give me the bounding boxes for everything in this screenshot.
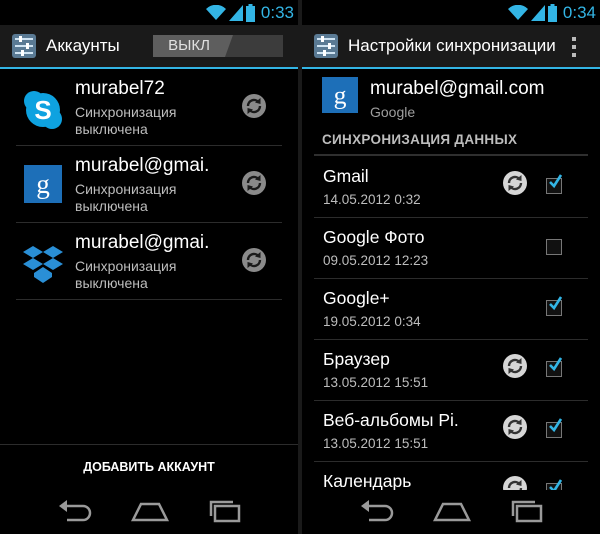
battery-icon: [246, 4, 255, 22]
sync-checkbox[interactable]: [546, 239, 562, 255]
home-icon[interactable]: [130, 496, 170, 526]
sync-icon: [502, 170, 528, 196]
account-row[interactable]: murabel@gmai. Синхронизация выключена: [0, 223, 298, 300]
google-icon: [322, 77, 358, 113]
status-bar: 0:33: [0, 0, 298, 25]
sync-item-row[interactable]: Gmail 14.05.2012 0:32: [302, 157, 600, 218]
sync-toggle[interactable]: ВЫКЛ: [153, 35, 283, 57]
account-status: Синхронизация выключена: [75, 104, 177, 137]
toggle-off-label: ВЫКЛ: [153, 35, 233, 57]
status-bar: 0:34: [302, 0, 600, 25]
back-icon[interactable]: [357, 496, 397, 526]
sync-icon: [241, 170, 267, 196]
clock: 0:33: [260, 2, 294, 22]
wifi-icon: [508, 5, 528, 21]
add-account-button[interactable]: ДОБАВИТЬ АККАУНТ: [0, 450, 298, 484]
checkmark-icon: [549, 295, 562, 311]
sync-item-name: Браузер: [323, 349, 390, 369]
sync-checkbox[interactable]: [546, 361, 562, 377]
sync-items-list: Gmail 14.05.2012 0:32 Google Фото 09.05.201…: [302, 157, 600, 523]
skype-icon: S: [24, 91, 62, 129]
sync-item-row[interactable]: Google+ 19.05.2012 0:34: [302, 279, 600, 340]
wifi-icon: [206, 5, 226, 21]
sync-settings-screen: 0:34 Настройки синхронизации murabel@gma…: [302, 0, 600, 534]
sync-item-date: 14.05.2012 0:32: [323, 192, 421, 207]
signal-icon: [229, 5, 243, 21]
action-bar: Аккаунты ВЫКЛ: [0, 25, 298, 69]
sync-checkbox[interactable]: [546, 300, 562, 316]
divider: [0, 444, 298, 445]
sync-icon: [241, 93, 267, 119]
checkmark-icon: [549, 173, 562, 189]
account-name: murabel@gmai.: [75, 232, 210, 253]
sync-item-date: 19.05.2012 0:34: [323, 314, 421, 329]
sync-item-date: 09.05.2012 12:23: [323, 253, 429, 268]
account-status: Синхронизация выключена: [75, 258, 177, 291]
sync-item-row[interactable]: Веб-альбомы Pi. 13.05.2012 15:51: [302, 401, 600, 462]
battery-icon: [548, 4, 557, 22]
account-status: Синхронизация выключена: [75, 181, 177, 214]
page-title: Настройки синхронизации: [348, 36, 556, 55]
sync-item-row[interactable]: Браузер 13.05.2012 15:51: [302, 340, 600, 401]
sync-item-name: Gmail: [323, 166, 369, 186]
recent-apps-icon[interactable]: [205, 496, 245, 526]
account-type: Google: [370, 104, 416, 120]
account-row[interactable]: murabel@gmai. Синхронизация выключена: [0, 146, 298, 223]
section-header: СИНХРОНИЗАЦИЯ ДАННЫХ: [314, 132, 588, 156]
action-bar: Настройки синхронизации: [302, 25, 600, 69]
settings-app-icon[interactable]: [314, 34, 338, 58]
navigation-bar: [0, 490, 298, 534]
checkmark-icon: [549, 356, 562, 372]
recent-apps-icon[interactable]: [507, 496, 547, 526]
svg-text:S: S: [34, 95, 51, 125]
overflow-menu-icon[interactable]: [572, 37, 576, 57]
account-header: murabel@gmail.com Google: [302, 69, 600, 125]
account-row[interactable]: S murabel72 Синхронизация выключена: [0, 69, 298, 146]
sync-item-date: 13.05.2012 15:51: [323, 375, 429, 390]
back-icon[interactable]: [55, 496, 95, 526]
sync-item-row[interactable]: Google Фото 09.05.2012 12:23: [302, 218, 600, 279]
account-name: murabel@gmai.: [75, 155, 210, 176]
sync-icon: [502, 414, 528, 440]
clock: 0:34: [562, 2, 596, 22]
sync-item-name: Календарь: [323, 471, 412, 491]
accounts-screen: 0:33 Аккаунты ВЫКЛ S murabel72 Синхрониз…: [0, 0, 298, 534]
sync-checkbox[interactable]: [546, 178, 562, 194]
settings-app-icon[interactable]: [12, 34, 36, 58]
sync-item-name: Google+: [323, 288, 390, 308]
divider: [16, 299, 282, 300]
sync-icon: [502, 353, 528, 379]
account-name: murabel72: [75, 78, 165, 99]
sync-icon: [241, 247, 267, 273]
sync-checkbox[interactable]: [546, 422, 562, 438]
home-icon[interactable]: [432, 496, 472, 526]
sync-item-date: 13.05.2012 15:51: [323, 436, 429, 451]
page-title: Аккаунты: [46, 36, 120, 55]
google-icon: [24, 165, 62, 203]
dropbox-icon: [23, 246, 63, 283]
signal-icon: [531, 5, 545, 21]
account-email: murabel@gmail.com: [370, 78, 545, 99]
checkmark-icon: [549, 417, 562, 433]
sync-item-name: Google Фото: [323, 227, 425, 247]
navigation-bar: [302, 490, 600, 534]
accounts-list: S murabel72 Синхронизация выключена mura…: [0, 69, 298, 300]
sync-item-name: Веб-альбомы Pi.: [323, 410, 459, 430]
